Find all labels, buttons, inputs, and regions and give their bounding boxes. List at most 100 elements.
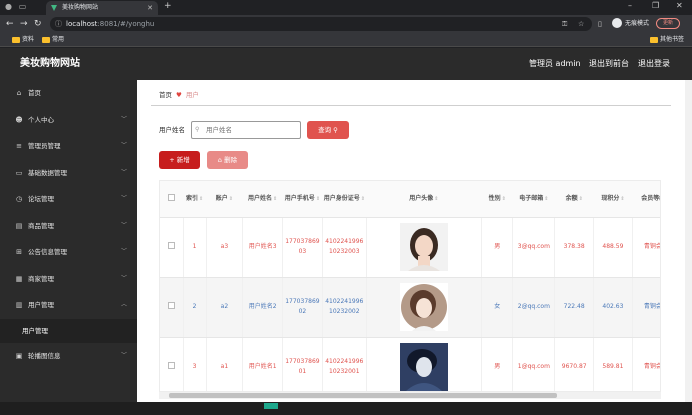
sort-icon[interactable]: ⇕ [502, 196, 506, 202]
sort-icon[interactable]: ⇕ [434, 196, 438, 202]
address-bar: ← → ↻ ⓘ localhost:8081/#/yonghu ⚿ ☆ ▯ 无痕… [0, 15, 692, 33]
column-header[interactable]: 电子邮箱⇕ [512, 181, 555, 218]
vertical-scrollbar[interactable] [685, 80, 692, 402]
column-header-label: 用户头像 [409, 194, 434, 202]
select-all-header [160, 181, 184, 218]
sidebar-item[interactable]: ▣ 轮播图信息 ﹀ [0, 343, 137, 369]
query-button[interactable]: 查询 ⚲ [307, 121, 349, 139]
sort-icon[interactable]: ⇕ [620, 196, 624, 202]
column-header[interactable]: 账户⇕ [206, 181, 243, 218]
logout-link[interactable]: 退出登录 [638, 48, 670, 80]
maximize-icon[interactable]: ❐ [652, 1, 659, 10]
row-checkbox[interactable] [167, 361, 175, 369]
key-icon[interactable]: ⚿ [562, 17, 567, 31]
delete-button[interactable]: ⌂ 删除 [207, 151, 248, 169]
sidebar-item-label: 商家管理 [28, 274, 54, 283]
bookmark-folder-1[interactable]: 资料 [12, 33, 34, 47]
new-tab-icon[interactable]: + [164, 1, 172, 11]
sort-icon[interactable]: ⇕ [544, 196, 548, 202]
url-field[interactable]: ⓘ localhost:8081/#/yonghu [50, 17, 592, 31]
reload-icon[interactable]: ↻ [34, 18, 42, 30]
doc-icon: ▥ [15, 301, 23, 309]
sort-icon[interactable]: ⇕ [199, 196, 203, 202]
row-select-cell [160, 217, 184, 278]
chevron-down-icon: ﹀ [120, 168, 127, 176]
back-to-front-link[interactable]: 退出到前台 [589, 48, 629, 80]
bookmark-folder-2[interactable]: 常用 [42, 33, 64, 47]
cell-avatar [366, 277, 483, 338]
column-header-label: 用户身份证号 [323, 194, 360, 202]
sort-icon[interactable]: ⇕ [579, 196, 583, 202]
cell-index: 3 [183, 337, 207, 391]
sort-icon[interactable]: ⇕ [361, 196, 365, 202]
sidebar-item[interactable]: ◷ 论坛管理 ﹀ [0, 186, 137, 212]
table-row[interactable]: 1 a3 用户姓名3 17703786903 410224199610232003 男 3@… [160, 217, 660, 278]
url-path: :8081/#/yonghu [97, 20, 155, 28]
table-row[interactable]: 2 a2 用户姓名2 17703786902 410224199610232002 女 2@… [160, 277, 660, 338]
divider [151, 105, 671, 106]
column-header[interactable]: 余额⇕ [554, 181, 594, 218]
sidebar-item-label: 论坛管理 [28, 195, 54, 203]
sidebar-item[interactable]: ▤ 商品管理 ﹀ [0, 213, 137, 239]
cell-points: 488.59 [593, 217, 633, 278]
column-header[interactable]: 会员等级⇕ [632, 181, 660, 218]
column-header[interactable]: 性别⇕ [481, 181, 513, 218]
column-header[interactable]: 用户身份证号⇕ [322, 181, 367, 218]
star-icon[interactable]: ☆ [578, 17, 584, 31]
column-header[interactable]: 用户姓名⇕ [242, 181, 283, 218]
sidebar-item[interactable]: ▥ 用户管理 ︿ [0, 292, 137, 318]
sort-icon[interactable]: ⇕ [316, 196, 320, 202]
sidebar-item[interactable]: ☻ 个人中心 ﹀ [0, 107, 137, 133]
sidebar-item-label: 公告信息管理 [28, 248, 67, 256]
update-button[interactable]: 更新 [656, 18, 680, 29]
browser-menu-icon[interactable]: ● [3, 2, 14, 12]
site-info-icon[interactable]: ⓘ [55, 17, 62, 31]
cell-idcard: 410224199610232001 [322, 337, 367, 391]
sidebar-item[interactable]: ≡ 管理员管理 ﹀ [0, 133, 137, 159]
forward-icon[interactable]: → [20, 18, 28, 30]
cell-index: 1 [183, 217, 207, 278]
sidebar-item[interactable]: ⊞ 公告信息管理 ﹀ [0, 239, 137, 265]
scrollbar-thumb[interactable] [169, 393, 557, 398]
sidebar-item[interactable]: ⌂ 首页 [0, 80, 137, 106]
other-bookmarks[interactable]: 其他书签 [650, 33, 684, 47]
column-header[interactable]: 索引⇕ [183, 181, 207, 218]
sort-icon[interactable]: ⇕ [273, 196, 277, 202]
row-checkbox[interactable] [167, 301, 175, 309]
back-icon[interactable]: ← [6, 18, 14, 30]
user-avatar-image [399, 223, 448, 271]
cell-idcard: 410224199610232003 [322, 217, 367, 278]
close-window-icon[interactable]: ✕ [676, 1, 683, 10]
sidebar-item[interactable]: ▦ 商家管理 ﹀ [0, 266, 137, 292]
chevron-down-icon: ﹀ [120, 142, 127, 149]
table-row[interactable]: 3 a1 用户姓名1 17703786901 410224199610232001 男 1@… [160, 337, 660, 391]
browser-tab[interactable]: 美妆购物网站 ✕ [46, 1, 158, 15]
add-button[interactable]: + 新增 [159, 151, 200, 169]
cell-level: 青铜会员 [632, 277, 660, 338]
chevron-down-icon: ﹀ [120, 195, 127, 202]
column-header[interactable]: 用户头像⇕ [366, 181, 482, 218]
sidebar-subitem[interactable]: 用户管理 [0, 318, 137, 343]
cell-level: 青铜会员 [632, 217, 660, 278]
search-input[interactable] [191, 121, 301, 139]
cell-points: 589.81 [593, 337, 633, 391]
chevron-down-icon: ﹀ [120, 274, 127, 282]
sidepanel-icon[interactable]: ▯ [598, 17, 602, 31]
tab-close-icon[interactable]: ✕ [147, 1, 153, 15]
horizontal-scrollbar[interactable] [159, 392, 661, 399]
minimize-icon[interactable]: – [628, 1, 632, 10]
sort-icon[interactable]: ⇕ [229, 196, 233, 202]
column-header[interactable]: 用户手机号⇕ [282, 181, 323, 218]
select-all-checkbox[interactable] [168, 193, 176, 201]
column-header[interactable]: 现积分⇕ [593, 181, 633, 218]
taskbar [0, 402, 692, 415]
tab-search-icon[interactable]: ▭ [17, 2, 28, 12]
pagination-current[interactable] [264, 403, 278, 409]
sidebar-item[interactable]: ▭ 基础数据管理 ﹀ [0, 160, 137, 186]
cell-balance: 722.48 [554, 277, 595, 338]
breadcrumb-home[interactable]: 首页 [159, 91, 172, 99]
row-checkbox[interactable] [167, 241, 175, 249]
cell-gender: 男 [481, 337, 514, 391]
user-table: 索引⇕ 账户⇕ 用户姓名⇕ 用户手机号⇕ 用户身份证号⇕ 用户头像⇕ 性别⇕ 电子邮箱⇕ 余额⇕… [159, 180, 661, 392]
sidebar: ⌂ 首页 ☻ 个人中心 ﹀ ≡ 管理员管理 ﹀ ▭ 基础数据管理 ﹀ ◷ 论坛管理 ﹀ ▤ 商品管理 ﹀ ⊞ 公告信… [0, 80, 137, 415]
